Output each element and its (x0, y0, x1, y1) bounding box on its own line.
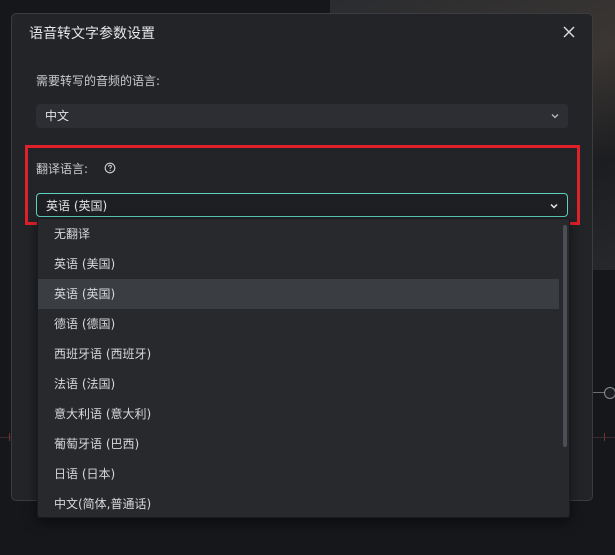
timeline-marker (604, 433, 605, 441)
translation-language-select[interactable]: 英语 (英国) (36, 193, 568, 217)
source-language-value: 中文 (45, 109, 70, 123)
chevron-down-icon (550, 203, 558, 209)
timeline-scrub-handle[interactable] (604, 387, 615, 399)
help-circle-icon[interactable] (104, 162, 116, 174)
close-icon (563, 26, 575, 38)
close-button[interactable] (560, 23, 578, 41)
dropdown-option[interactable]: 意大利语 (意大利) (38, 399, 559, 429)
translation-language-label: 翻译语言: (36, 162, 89, 176)
translation-language-value: 英语 (英国) (46, 199, 108, 213)
dropdown-scrollbar[interactable] (563, 225, 567, 447)
dropdown-option[interactable]: 无翻译 (38, 219, 559, 249)
dropdown-option-selected[interactable]: 英语 (英国) (38, 279, 559, 309)
dropdown-option[interactable]: 葡萄牙语 (巴西) (38, 429, 559, 459)
translation-language-dropdown: 无翻译 英语 (美国) 英语 (英国) 德语 (德国) 西班牙语 (西班牙) 法… (37, 218, 570, 518)
chevron-down-icon (551, 114, 559, 119)
dialog-title: 语音转文字参数设置 (29, 26, 155, 42)
dropdown-option[interactable]: 英语 (美国) (38, 249, 559, 279)
source-language-select[interactable]: 中文 (36, 104, 568, 128)
dropdown-option[interactable]: 中文(简体,普通话) (38, 489, 559, 517)
dropdown-option[interactable]: 日语 (日本) (38, 459, 559, 489)
source-language-label: 需要转写的音频的语言: (36, 74, 161, 88)
dropdown-option[interactable]: 西班牙语 (西班牙) (38, 339, 559, 369)
dropdown-option[interactable]: 法语 (法国) (38, 369, 559, 399)
timeline-marker (9, 433, 10, 441)
dropdown-option[interactable]: 德语 (德国) (38, 309, 559, 339)
